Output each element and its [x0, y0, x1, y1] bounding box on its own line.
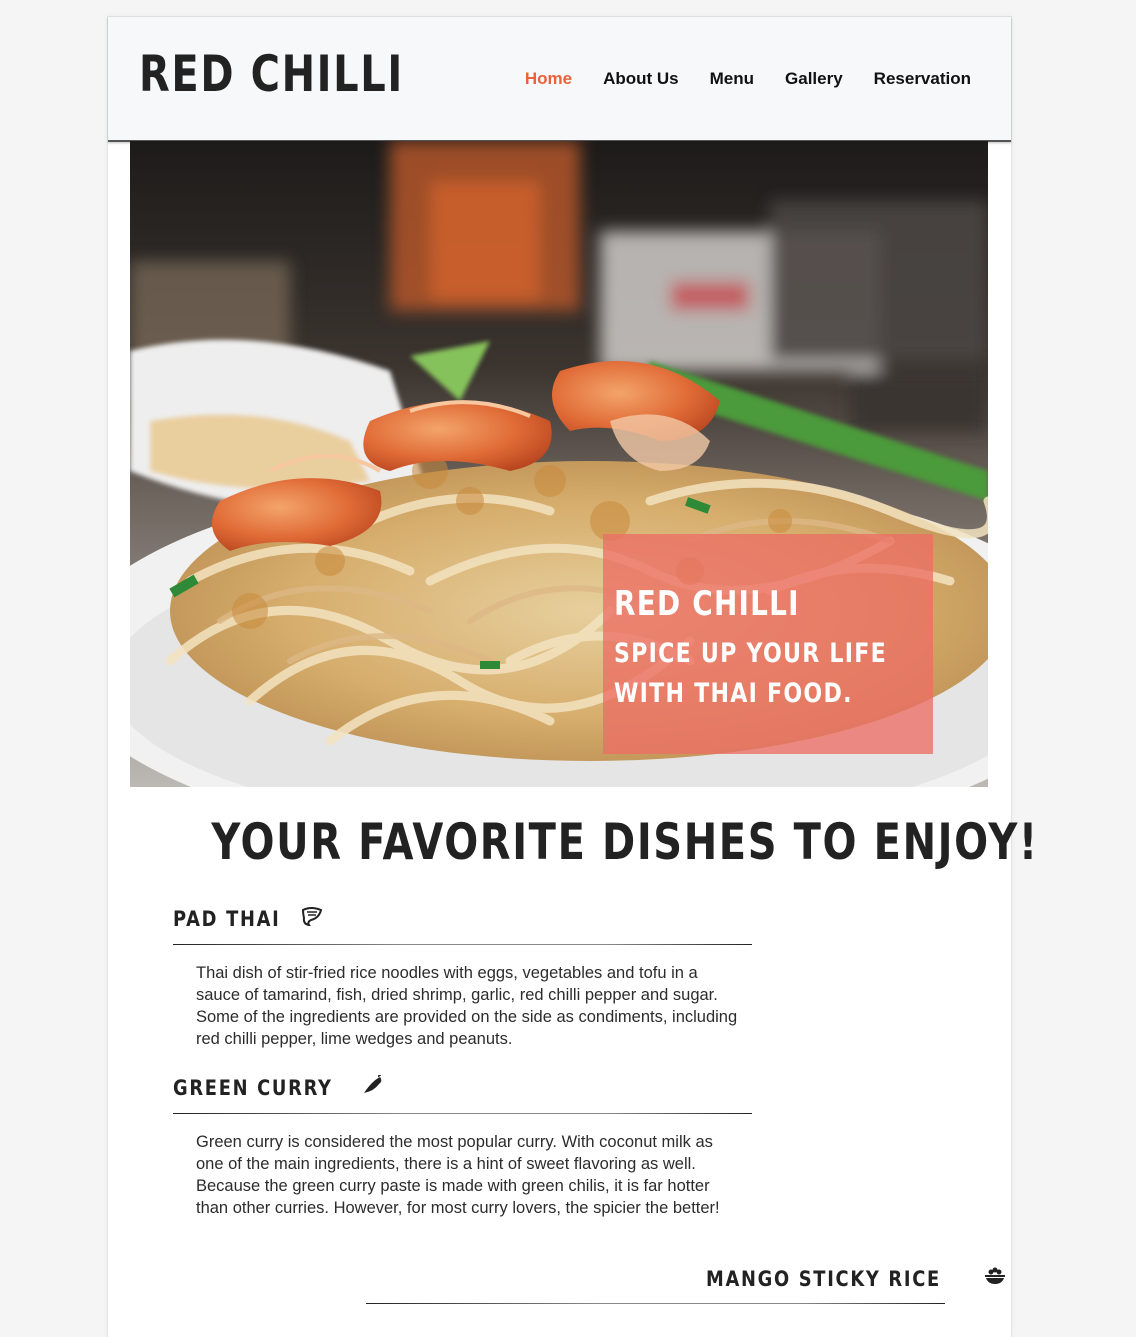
- hero-banner: RED CHILLI SPICE UP YOUR LIFE WITH THAI …: [130, 141, 988, 787]
- main-nav: Home About Us Menu Gallery Reservation: [494, 67, 971, 91]
- hero-subtitle: SPICE UP YOUR LIFE WITH THAI FOOD.: [614, 634, 887, 714]
- shrimp-icon: [301, 906, 323, 929]
- rice-bowl-icon: [984, 1266, 1006, 1289]
- hero-caption-box: RED CHILLI SPICE UP YOUR LIFE WITH THAI …: [603, 534, 933, 754]
- dish-divider: [173, 944, 752, 945]
- dish-divider: [366, 1303, 945, 1304]
- site-logo[interactable]: RED CHILLI: [139, 49, 404, 99]
- hero-title: RED CHILLI: [614, 584, 800, 624]
- nav-reservation[interactable]: Reservation: [874, 67, 971, 91]
- dish-title-mango-sticky-rice: MANGO STICKY RICE: [706, 1266, 1006, 1290]
- nav-home[interactable]: Home: [525, 67, 572, 91]
- hero-subtitle-line1: SPICE UP YOUR LIFE: [614, 638, 887, 669]
- site-header: RED CHILLI Home About Us Menu Gallery Re…: [108, 17, 1011, 142]
- section-title-text: YOUR FAVORITE DISHES TO ENJOY!: [211, 813, 1039, 871]
- dish-description-green-curry: Green curry is considered the most popul…: [196, 1133, 720, 1217]
- pepper-icon: [362, 1074, 384, 1098]
- page-container: RED CHILLI Home About Us Menu Gallery Re…: [107, 16, 1037, 1337]
- section-title: YOUR FAVORITE DISHES TO ENJOY!: [108, 817, 1037, 867]
- hero-subtitle-line2: WITH THAI FOOD.: [614, 678, 853, 709]
- dish-divider: [173, 1113, 752, 1114]
- nav-gallery[interactable]: Gallery: [785, 67, 843, 91]
- dish-title-green-curry: GREEN CURRY: [173, 1074, 384, 1100]
- dish-name-label: GREEN CURRY: [173, 1076, 333, 1100]
- dish-description-pad-thai: Thai dish of stir-fried rice noodles wit…: [196, 964, 738, 1048]
- dish-title-pad-thai: PAD THAI: [173, 906, 323, 930]
- dish-name-label: MANGO STICKY RICE: [706, 1267, 941, 1291]
- nav-about-us[interactable]: About Us: [603, 67, 679, 91]
- nav-menu[interactable]: Menu: [710, 67, 754, 91]
- dish-name-label: PAD THAI: [173, 907, 281, 931]
